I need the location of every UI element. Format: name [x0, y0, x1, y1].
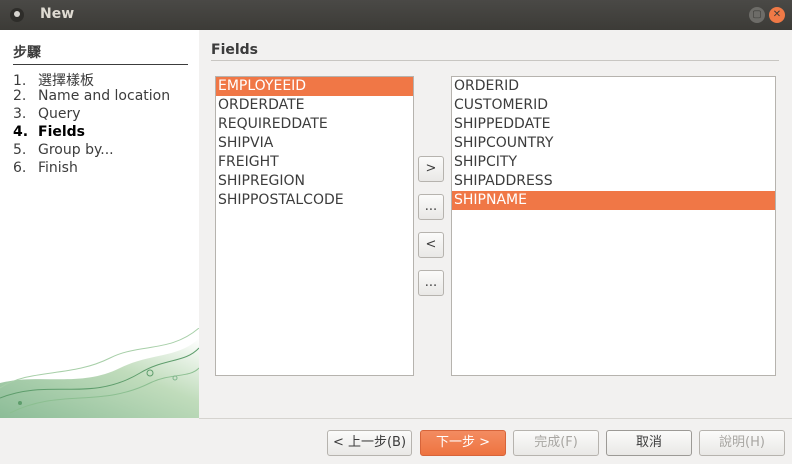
title-bar: New ▢ ✕: [0, 0, 792, 30]
list-item[interactable]: SHIPPEDDATE: [452, 115, 775, 134]
page-title: Fields: [211, 42, 779, 61]
step-5: 5. Group by...: [13, 142, 114, 158]
list-item[interactable]: REQUIREDDATE: [216, 115, 413, 134]
list-item[interactable]: ORDERDATE: [216, 96, 413, 115]
step-1: 1. 選擇樣板: [13, 73, 94, 89]
step-label: Finish: [38, 160, 78, 176]
add-all-fields-button[interactable]: ...: [418, 194, 444, 220]
step-label: Fields: [38, 124, 86, 140]
step-label: Group by...: [38, 142, 114, 158]
step-6: 6. Finish: [13, 160, 78, 176]
list-item[interactable]: SHIPCOUNTRY: [452, 134, 775, 153]
remove-field-button[interactable]: <: [418, 232, 444, 258]
step-3: 3. Query: [13, 106, 81, 122]
finish-button[interactable]: 完成(F): [513, 430, 599, 456]
remove-all-fields-button[interactable]: ...: [418, 270, 444, 296]
list-item[interactable]: SHIPNAME: [452, 191, 775, 210]
step-label: 選擇樣板: [38, 73, 94, 89]
list-item[interactable]: SHIPREGION: [216, 172, 413, 191]
new-report-dialog: New ▢ ✕ 步驟 1. 選擇樣板 2. Name and location 3.…: [0, 0, 792, 464]
selected-fields-list[interactable]: ORDERID CUSTOMERID SHIPPEDDATE SHIPCOUNT…: [451, 76, 776, 376]
back-button[interactable]: < 上一步(B): [327, 430, 412, 456]
app-icon: [10, 8, 24, 22]
next-button[interactable]: 下一步 >: [420, 430, 506, 456]
list-item[interactable]: EMPLOYEEID: [216, 77, 413, 96]
cancel-button[interactable]: 取消: [606, 430, 692, 456]
steps-list: 1. 選擇樣板 2. Name and location 3. Query 4. Fie…: [13, 70, 170, 178]
maximize-icon[interactable]: ▢: [749, 7, 765, 23]
close-icon[interactable]: ✕: [769, 7, 785, 23]
list-item[interactable]: CUSTOMERID: [452, 96, 775, 115]
decorative-swirl-graphic: [0, 328, 199, 418]
list-item[interactable]: FREIGHT: [216, 153, 413, 172]
list-item[interactable]: SHIPPOSTALCODE: [216, 191, 413, 210]
help-button[interactable]: 說明(H): [699, 430, 785, 456]
list-item[interactable]: SHIPADDRESS: [452, 172, 775, 191]
list-item[interactable]: SHIPCITY: [452, 153, 775, 172]
step-label: Name and location: [38, 88, 171, 104]
step-label: Query: [38, 106, 81, 122]
window-title: New: [40, 6, 75, 22]
step-2: 2. Name and location: [13, 88, 171, 104]
list-item[interactable]: ORDERID: [452, 77, 775, 96]
steps-heading: 步驟: [13, 42, 188, 65]
add-field-button[interactable]: >: [418, 156, 444, 182]
wizard-steps-panel: 步驟 1. 選擇樣板 2. Name and location 3. Query 4.…: [0, 30, 199, 418]
footer-divider: [199, 418, 792, 419]
step-4-current: 4. Fields: [13, 124, 86, 140]
list-item[interactable]: SHIPVIA: [216, 134, 413, 153]
available-fields-list[interactable]: EMPLOYEEID ORDERDATE REQUIREDDATE SHIPVI…: [215, 76, 414, 376]
